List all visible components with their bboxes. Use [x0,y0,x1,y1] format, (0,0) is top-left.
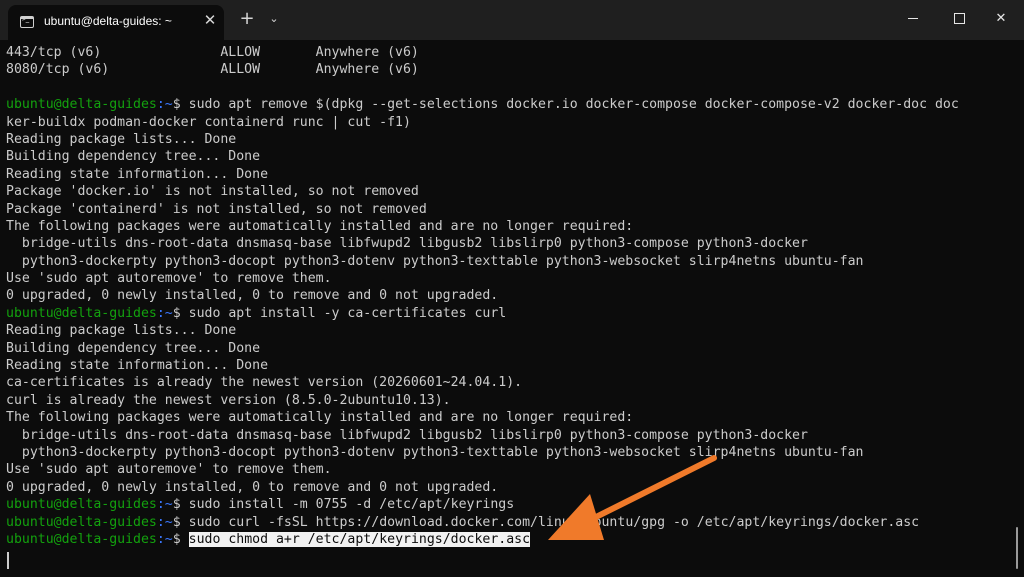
line-text: ker-buildx podman-docker containerd runc… [6,114,411,130]
line-text: Package 'containerd' is not installed, s… [6,201,427,217]
prompt-user: ubuntu@delta-guides [6,497,157,513]
terminal-output[interactable]: 443/tcp (v6) ALLOW Anywhere (v6) 8080/tcp… [0,40,1024,577]
tab-close-icon[interactable]: ✕ [202,12,218,28]
close-window-button[interactable]: ✕ [978,0,1024,38]
output-line: ca-certificates is already the newest ve… [6,374,959,391]
close-icon: ✕ [995,11,1007,26]
minimize-button[interactable] [890,0,936,38]
prompt-symbol: $ [172,514,189,530]
output-line: bridge-utils dns-root-data dnsmasq-base … [6,235,959,252]
prompt-path: :~ [156,97,173,113]
output-line: bridge-utils dns-root-data dnsmasq-base … [6,427,959,444]
output-line: curl is already the newest version (8.5.… [6,392,959,409]
output-line: Use 'sudo apt autoremove' to remove them… [6,461,959,478]
text-cursor [7,552,9,569]
line-text: 8080/tcp (v6) ALLOW Anywhere (v6) [6,62,419,78]
line-text: sudo apt remove $(dpkg --get-selections … [188,97,959,113]
line-text: 443/tcp (v6) ALLOW Anywhere (v6) [6,45,419,60]
prompt-symbol: $ [172,97,189,113]
command-line: ubuntu@delta-guides:~$ sudo chmod a+r /e… [6,531,959,548]
line-text: 0 upgraded, 0 newly installed, 0 to remo… [6,479,499,495]
line-text: bridge-utils dns-root-data dnsmasq-base … [6,236,808,252]
output-line: Reading state information... Done [6,166,959,183]
output-line: ker-buildx podman-docker containerd runc… [6,114,959,131]
line-text: Reading state information... Done [6,166,269,182]
line-text: The following packages were automaticall… [6,410,634,426]
command-line: ubuntu@delta-guides:~$ sudo apt install … [6,305,959,322]
prompt-user: ubuntu@delta-guides [6,305,157,321]
line-text: Reading package lists... Done [6,131,237,147]
prompt-symbol: $ [172,531,189,547]
line-text: curl is already the newest version (8.5.… [6,392,451,408]
tab-dropdown-icon[interactable]: ⌄ [266,10,282,28]
output-line: Reading package lists... Done [6,322,959,339]
output-line: Package 'containerd' is not installed, s… [6,201,959,218]
line-text: Use 'sudo apt autoremove' to remove them… [6,271,332,287]
command-line: ubuntu@delta-guides:~$ sudo curl -fsSL h… [6,514,959,531]
line-text: Building dependency tree... Done [6,340,261,356]
output-line: Reading state information... Done [6,357,959,374]
line-text: 0 upgraded, 0 newly installed, 0 to remo… [6,288,499,304]
scrollbar[interactable] [1016,527,1018,569]
output-line: python3-dockerpty python3-docopt python3… [6,444,959,461]
terminal-icon [20,16,34,28]
terminal-tab[interactable]: ubuntu@delta-guides: ~ ✕ [8,5,224,40]
output-line: Building dependency tree... Done [6,148,959,165]
output-line: 8080/tcp (v6) ALLOW Anywhere (v6) [6,61,959,78]
output-line: 0 upgraded, 0 newly installed, 0 to remo… [6,287,959,304]
line-text: sudo curl -fsSL https://download.docker.… [188,514,920,530]
output-line: Package 'docker.io' is not installed, so… [6,183,959,200]
line-text: Reading state information... Done [6,358,269,374]
prompt-path: :~ [156,305,173,321]
prompt-path: :~ [156,531,173,547]
line-text: sudo apt install -y ca-certificates curl [188,305,507,321]
output-line: 0 upgraded, 0 newly installed, 0 to remo… [6,479,959,496]
output-line: Use 'sudo apt autoremove' to remove them… [6,270,959,287]
title-bar[interactable]: ubuntu@delta-guides: ~ ✕ + ⌄ ✕ [0,0,1024,40]
command-line: ubuntu@delta-guides:~$ sudo apt remove $… [6,96,959,113]
terminal-window: ubuntu@delta-guides: ~ ✕ + ⌄ ✕ 443/tcp (… [0,0,1024,577]
new-tab-icon[interactable]: + [238,10,256,28]
line-text: sudo install -m 0755 -d /etc/apt/keyring… [188,497,515,513]
terminal-lines: 443/tcp (v6) ALLOW Anywhere (v6) 8080/tcp… [6,44,959,548]
output-line: python3-dockerpty python3-docopt python3… [6,253,959,270]
minimize-icon [908,18,918,19]
prompt-symbol: $ [172,497,189,513]
line-text: python3-dockerpty python3-docopt python3… [6,253,864,269]
prompt-path: :~ [156,514,173,530]
output-line: The following packages were automaticall… [6,218,959,235]
line-text: Package 'docker.io' is not installed, so… [6,184,419,200]
line-text: Reading package lists... Done [6,323,237,339]
output-line: The following packages were automaticall… [6,409,959,426]
prompt-user: ubuntu@delta-guides [6,97,157,113]
output-line: Building dependency tree... Done [6,340,959,357]
selected-command-text: sudo chmod a+r /etc/apt/keyrings/docker.… [188,531,531,547]
prompt-path: :~ [156,497,173,513]
line-text: Building dependency tree... Done [6,149,261,165]
line-text: The following packages were automaticall… [6,218,634,234]
line-text: python3-dockerpty python3-docopt python3… [6,444,864,460]
line-text: Use 'sudo apt autoremove' to remove them… [6,462,332,478]
output-line: 443/tcp (v6) ALLOW Anywhere (v6) [6,44,959,61]
line-text: bridge-utils dns-root-data dnsmasq-base … [6,427,808,443]
maximize-button[interactable] [936,0,982,38]
maximize-icon [953,13,965,24]
prompt-user: ubuntu@delta-guides [6,514,157,530]
line-text: ca-certificates is already the newest ve… [6,375,523,391]
prompt-user: ubuntu@delta-guides [6,531,157,547]
tab-title: ubuntu@delta-guides: ~ [44,14,172,28]
command-line: ubuntu@delta-guides:~$ sudo install -m 0… [6,496,959,513]
prompt-symbol: $ [172,305,189,321]
output-line: Reading package lists... Done [6,131,959,148]
